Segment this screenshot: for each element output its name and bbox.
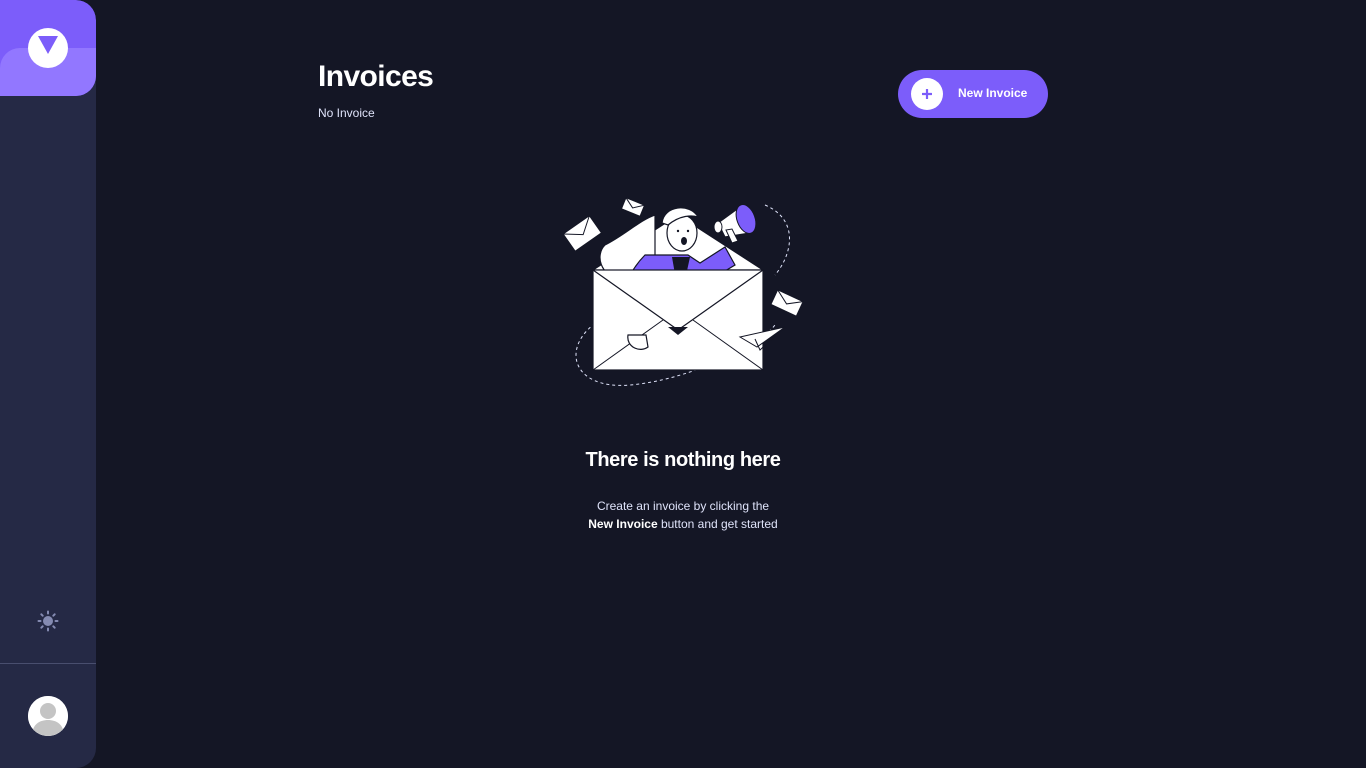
plus-icon <box>922 89 932 99</box>
page-title: Invoices <box>318 60 434 93</box>
sidebar-divider <box>0 663 96 664</box>
new-invoice-label: New Invoice <box>958 86 1028 100</box>
plus-circle <box>911 78 943 110</box>
empty-state-heading: There is nothing here <box>585 449 781 471</box>
app-logo[interactable] <box>0 0 96 96</box>
sidebar <box>0 0 96 768</box>
invoice-count: No Invoice <box>318 106 375 120</box>
avatar[interactable] <box>28 696 68 736</box>
app-logo-icon <box>28 28 68 68</box>
sun-icon <box>37 610 59 632</box>
empty-state-description: Create an invoice by clicking the New In… <box>483 497 883 533</box>
empty-state-line-1: Create an invoice by clicking the <box>596 499 770 513</box>
empty-state-line-2: button and get started <box>657 517 778 531</box>
woman-with-megaphone-in-envelope-illustration <box>562 197 804 386</box>
empty-state-new-invoice-ref: New Invoice <box>588 517 658 531</box>
theme-toggle-button[interactable] <box>37 610 59 632</box>
user-avatar-icon <box>28 696 68 736</box>
new-invoice-button[interactable]: New Invoice <box>898 70 1048 118</box>
